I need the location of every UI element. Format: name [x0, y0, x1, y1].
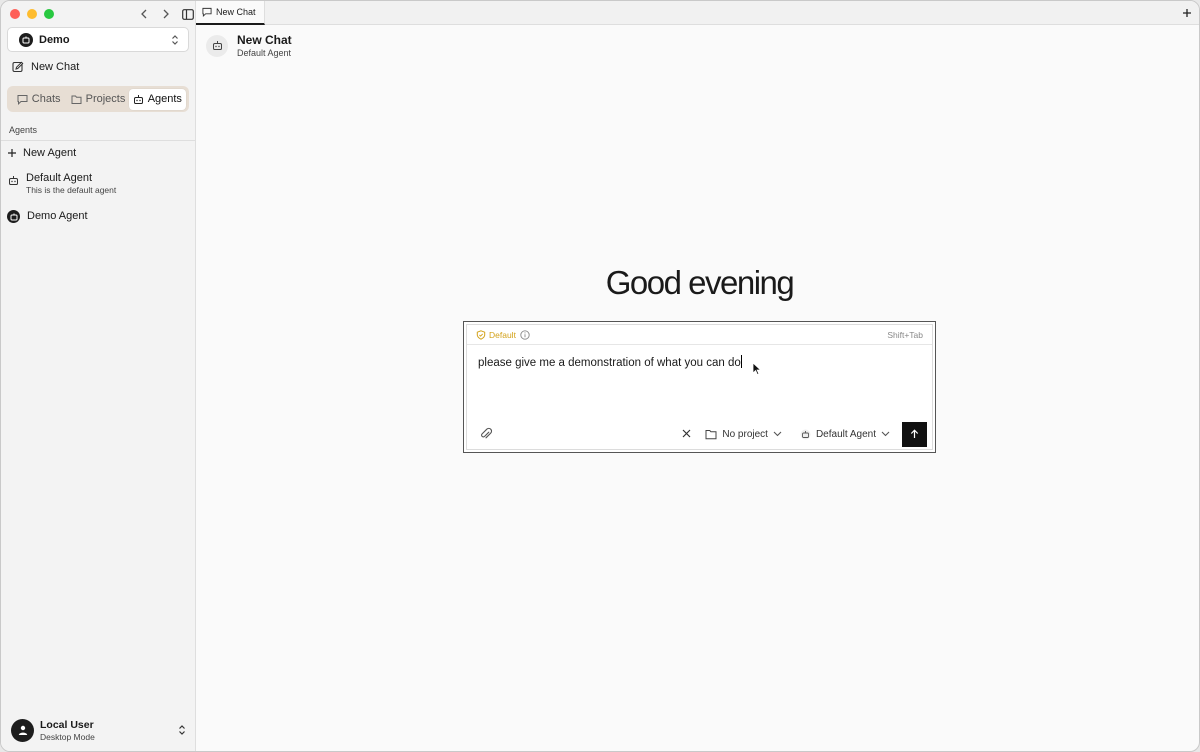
- agent-item-demo[interactable]: Demo Agent: [7, 210, 88, 223]
- agent-name: Demo Agent: [27, 210, 88, 222]
- page-subtitle: Default Agent: [237, 48, 292, 58]
- arrow-up-icon: [910, 429, 919, 438]
- chat-icon: [202, 7, 212, 17]
- chevron-up-down-icon: [172, 34, 178, 45]
- send-button[interactable]: [902, 421, 927, 447]
- tab-label: New Chat: [216, 7, 256, 17]
- user-menu[interactable]: Local User Desktop Mode: [11, 715, 187, 745]
- tab-projects-label: Projects: [85, 93, 126, 105]
- composer-frame: Default Shift+Tab please give me a demon…: [466, 324, 933, 450]
- mode-label: Default: [489, 329, 516, 340]
- tab-bar: New Chat: [196, 1, 1199, 25]
- agent-selector[interactable]: Default Agent: [800, 429, 890, 440]
- tab-agents[interactable]: Agents: [128, 88, 186, 110]
- tab-new-chat[interactable]: New Chat: [196, 1, 265, 25]
- chevron-down-icon: [881, 431, 890, 437]
- folder-icon: [71, 95, 82, 104]
- chat-icon: [17, 94, 28, 105]
- project-selector[interactable]: No project: [705, 429, 782, 440]
- sidebar-tabs: Chats Projects Agents: [7, 86, 189, 112]
- composer-toolbar: Default Shift+Tab: [467, 325, 932, 345]
- chat-composer: Default Shift+Tab please give me a demon…: [463, 321, 936, 453]
- tab-projects[interactable]: Projects: [69, 89, 126, 110]
- folder-icon: [705, 429, 717, 439]
- user-name: Local User: [40, 718, 94, 731]
- bot-icon: [800, 429, 811, 439]
- new-agent-label: New Agent: [23, 147, 77, 159]
- agent-label: Default Agent: [815, 428, 876, 440]
- chevron-up-down-icon: [179, 725, 185, 735]
- minimize-window-button[interactable]: [27, 9, 37, 19]
- new-agent-button[interactable]: New Agent: [7, 146, 76, 160]
- sidebar-icon: [182, 8, 194, 20]
- page-title: New Chat: [237, 33, 292, 47]
- shield-icon: [476, 329, 486, 340]
- section-label: Agents: [9, 125, 38, 135]
- greeting-heading: Good evening: [605, 264, 795, 301]
- tab-agents-label: Agents: [147, 93, 182, 105]
- agent-item-default[interactable]: Default Agent This is the default agent: [7, 172, 116, 195]
- chevron-left-icon: [141, 9, 147, 19]
- bot-icon: [7, 174, 19, 186]
- workspace-logo-icon: [19, 32, 33, 47]
- clear-button[interactable]: [682, 427, 691, 441]
- divider: [1, 140, 195, 141]
- text-caret: [740, 355, 742, 368]
- app-window: Demo New Chat Chats Projects Agents Agen…: [0, 0, 1200, 752]
- forward-button[interactable]: [157, 5, 175, 23]
- sidebar: Demo New Chat Chats Projects Agents Agen…: [1, 1, 197, 751]
- workspace-selector[interactable]: Demo: [7, 27, 189, 52]
- workspace-bot-icon: [7, 210, 20, 223]
- window-controls: [10, 9, 54, 19]
- maximize-window-button[interactable]: [44, 9, 54, 19]
- bot-icon: [133, 94, 143, 104]
- new-chat-button[interactable]: New Chat: [11, 60, 79, 74]
- project-label: No project: [722, 428, 768, 440]
- agent-description: This is the default agent: [26, 185, 117, 195]
- mode-badge[interactable]: Default: [476, 330, 516, 340]
- chat-header: New Chat Default Agent: [206, 33, 292, 58]
- shortcut-hint: Shift+Tab: [887, 329, 923, 340]
- tab-chats-label: Chats: [31, 93, 61, 105]
- plus-icon: [1183, 9, 1191, 17]
- paperclip-icon[interactable]: [479, 427, 493, 441]
- message-input-text: please give me a demonstration of what y…: [478, 357, 741, 369]
- top-navigation: [135, 5, 197, 23]
- bot-icon: [206, 34, 228, 57]
- user-mode: Desktop Mode: [40, 731, 95, 742]
- compose-icon: [11, 60, 25, 74]
- chevron-down-icon: [773, 431, 782, 437]
- user-avatar-icon: [11, 718, 34, 742]
- chevron-right-icon: [163, 9, 169, 19]
- composer-actions: No project Default Agent: [467, 421, 932, 447]
- workspace-name: Demo: [39, 33, 70, 46]
- back-button[interactable]: [135, 5, 153, 23]
- new-chat-label: New Chat: [31, 61, 80, 73]
- mouse-cursor-icon: [752, 362, 762, 376]
- agent-name: Default Agent: [26, 172, 93, 184]
- plus-icon: [8, 149, 16, 157]
- info-icon[interactable]: [520, 329, 530, 340]
- close-window-button[interactable]: [10, 9, 20, 19]
- toggle-sidebar-button[interactable]: [179, 5, 197, 23]
- close-icon: [682, 429, 691, 438]
- message-input[interactable]: please give me a demonstration of what y…: [467, 345, 932, 415]
- new-tab-button[interactable]: [1182, 6, 1192, 20]
- tab-chats[interactable]: Chats: [10, 89, 67, 110]
